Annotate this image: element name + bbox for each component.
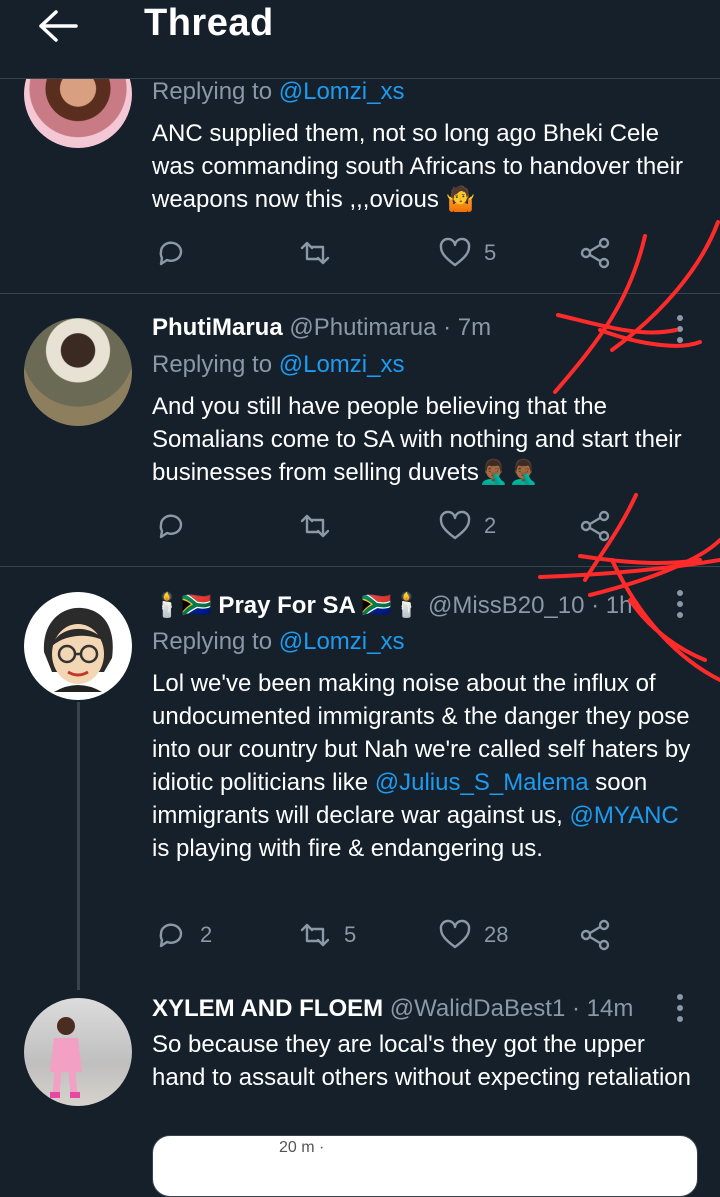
replying-to: Replying to @Lomzi_xs bbox=[152, 351, 405, 378]
timestamp[interactable]: 1h bbox=[606, 592, 633, 619]
avatar[interactable] bbox=[24, 318, 132, 426]
tweet-header: PhutiMarua @Phutimarua · 7m bbox=[152, 314, 492, 341]
tweet-actions: 2 bbox=[152, 506, 622, 546]
tweet-text: So because they are local's they got the… bbox=[152, 1031, 692, 1091]
more-icon[interactable] bbox=[668, 990, 692, 1026]
reply-button[interactable] bbox=[154, 233, 188, 273]
author-name[interactable]: 🕯️🇿🇦 Pray For SA 🇿🇦🕯️ bbox=[152, 592, 421, 619]
retweet-icon bbox=[300, 923, 330, 947]
retweet-button[interactable] bbox=[298, 506, 332, 546]
like-button[interactable]: 2 bbox=[438, 506, 496, 546]
like-count: 5 bbox=[484, 240, 497, 265]
more-icon[interactable] bbox=[668, 311, 692, 347]
tweet-text: Lol we've been making noise about the in… bbox=[152, 670, 691, 862]
like-icon bbox=[439, 237, 471, 267]
page-title: Thread bbox=[144, 2, 274, 44]
reply-icon bbox=[159, 923, 183, 948]
divider bbox=[0, 293, 720, 294]
replying-to: Replying to @Lomzi_xs bbox=[152, 628, 405, 655]
reply-button[interactable]: 2 bbox=[154, 915, 212, 955]
divider bbox=[0, 566, 720, 567]
tweet-text: ANC supplied them, not so long ago Bheki… bbox=[152, 120, 683, 213]
retweet-button[interactable]: 5 bbox=[298, 915, 356, 955]
share-button[interactable] bbox=[578, 915, 612, 955]
author-handle[interactable]: @MissB20_10 bbox=[428, 592, 584, 619]
thread-connector-line bbox=[77, 702, 80, 990]
tweet-header: 🕯️🇿🇦 Pray For SA 🇿🇦🕯️ @MissB20_10 · 1h bbox=[152, 592, 633, 619]
like-button[interactable]: 5 bbox=[438, 233, 496, 273]
retweet-icon bbox=[300, 514, 330, 538]
author-handle[interactable]: @Phutimarua bbox=[289, 314, 436, 341]
quoted-tweet-time: 20 m · bbox=[279, 1139, 325, 1156]
avatar[interactable] bbox=[24, 592, 132, 700]
timestamp[interactable]: 7m bbox=[458, 314, 491, 341]
quoted-tweet-card[interactable]: 20 m · bbox=[152, 1135, 698, 1197]
like-count: 28 bbox=[484, 922, 509, 947]
reply-icon bbox=[159, 514, 183, 539]
back-arrow-icon[interactable] bbox=[36, 8, 80, 44]
child-photo-image bbox=[50, 1017, 82, 1098]
reply-count: 2 bbox=[200, 922, 213, 947]
avatar[interactable] bbox=[24, 998, 132, 1106]
mention-link[interactable]: @Lomzi_xs bbox=[279, 351, 405, 378]
author-name[interactable]: PhutiMarua bbox=[152, 314, 283, 341]
mention-link[interactable]: @MYANC bbox=[569, 802, 678, 829]
author-handle[interactable]: @WalidDaBest1 bbox=[390, 995, 566, 1022]
reply-button[interactable] bbox=[154, 506, 188, 546]
like-count: 2 bbox=[484, 513, 497, 538]
bitmoji-avatar-image bbox=[43, 607, 113, 692]
top-bar: Thread bbox=[0, 0, 720, 79]
retweet-count: 5 bbox=[344, 922, 357, 947]
tweet-text: And you still have people believing that… bbox=[152, 393, 682, 486]
share-icon bbox=[580, 510, 610, 542]
mention-link[interactable]: @Lomzi_xs bbox=[279, 628, 405, 655]
mention-link[interactable]: @Lomzi_xs bbox=[279, 78, 405, 105]
share-icon bbox=[580, 919, 610, 951]
share-button[interactable] bbox=[578, 233, 612, 273]
timestamp[interactable]: 14m bbox=[587, 995, 634, 1022]
reply-icon bbox=[159, 241, 183, 266]
like-icon bbox=[439, 510, 471, 540]
like-icon bbox=[439, 919, 471, 949]
author-name[interactable]: XYLEM AND FLOEM bbox=[152, 995, 383, 1022]
like-button[interactable]: 28 bbox=[438, 915, 508, 955]
tweet-header: XYLEM AND FLOEM @WalidDaBest1 · 14m bbox=[152, 995, 634, 1022]
replying-to: Replying to @Lomzi_xs bbox=[152, 78, 405, 105]
share-button[interactable] bbox=[578, 506, 612, 546]
retweet-button[interactable] bbox=[298, 233, 332, 273]
retweet-icon bbox=[300, 241, 330, 265]
more-icon[interactable] bbox=[668, 586, 692, 622]
tweet-actions: 5 bbox=[152, 233, 622, 273]
tweet-actions: 2 5 28 bbox=[152, 915, 622, 955]
share-icon bbox=[580, 237, 610, 269]
mention-link[interactable]: @Julius_S_Malema bbox=[375, 769, 589, 796]
